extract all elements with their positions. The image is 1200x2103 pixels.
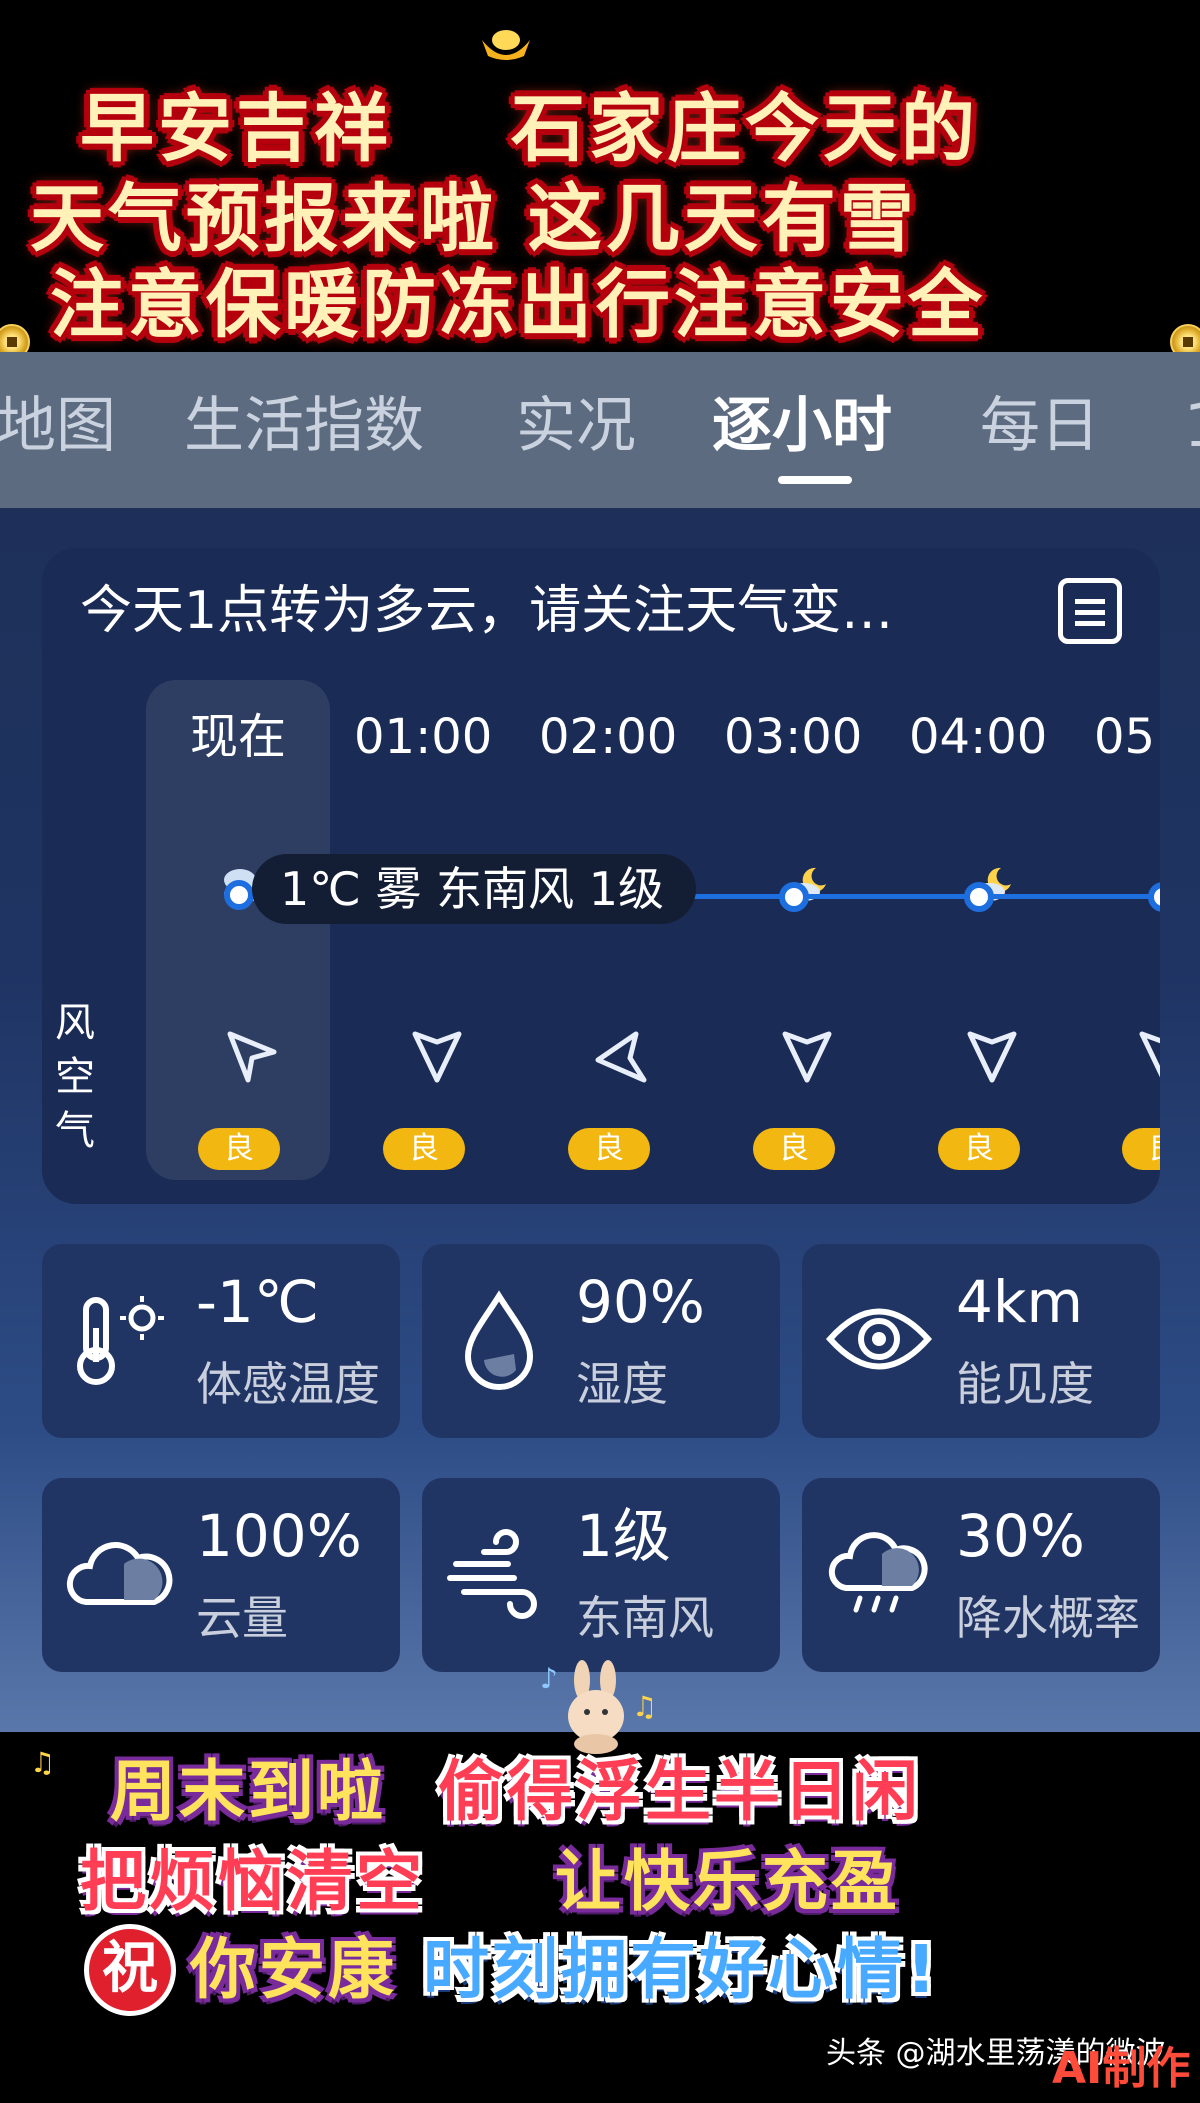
music-note-icon: ♪ — [540, 1662, 558, 1695]
greeting-line-3: 你安康 时刻拥有好心情! — [0, 1930, 1200, 2010]
bottom-greeting: ♫ ♫ ♪ 周末到啦 偷得浮生半日闲 把烦恼清空 让快乐充盈 祝 你安康 时刻拥… — [0, 1660, 1200, 2103]
visibility-value: 4km — [956, 1268, 1083, 1336]
tab-bar: 地图 生活指数 实况 逐小时 每日 1 — [0, 352, 1200, 508]
greeting-banner: 早安吉祥 石家庄今天的 天气预报来啦 这几天有雪 注意保暖防冻出行注意安全 — [0, 0, 1200, 360]
air-row-label-2: 气 — [55, 1108, 95, 1154]
tile-humidity[interactable]: 90% 湿度 — [422, 1244, 780, 1438]
tile-wind[interactable]: 1级 东南风 — [422, 1478, 780, 1672]
bunny-sticker-icon — [568, 1660, 624, 1754]
cloud-cover-label: 云量 — [196, 1591, 288, 1645]
gold-ingot-icon — [482, 30, 530, 60]
tile-visibility[interactable]: 4km 能见度 — [802, 1244, 1160, 1438]
greeting-text: 时刻拥有好心情! — [422, 1931, 940, 2008]
tab-daily[interactable]: 每日 — [980, 388, 1100, 464]
current-weather-tooltip: 1℃ 雾 东南风 1级 — [252, 854, 696, 924]
hour-label: 02:00 — [539, 709, 678, 765]
forecast-summary[interactable]: 今天1点转为多云，请关注天气变… — [80, 576, 893, 646]
temperature-point[interactable] — [779, 882, 809, 912]
weather-app: 地图 生活指数 实况 逐小时 每日 1 今天1点转为多云，请关注天气变… 现在 … — [0, 352, 1200, 1732]
ai-made-mark: AI制作 — [1052, 2043, 1191, 2094]
precipitation-value: 30% — [956, 1502, 1085, 1570]
greeting-text: 把烦恼清空 — [80, 1843, 425, 1920]
tile-precipitation[interactable]: 30% 降水概率 — [802, 1478, 1160, 1672]
eye-icon — [825, 1308, 933, 1370]
banner-line-3: 注意保暖防冻出行注意安全 — [50, 262, 986, 348]
greeting-line-2: 把烦恼清空 让快乐充盈 — [0, 1842, 1200, 1922]
tile-cloud-cover[interactable]: 100% 云量 — [42, 1478, 400, 1672]
aqi-badge: 良 — [198, 1128, 280, 1170]
hour-label: 现在 — [190, 709, 287, 765]
tab-live[interactable]: 实况 — [516, 388, 636, 464]
aqi-badge: 良 — [1122, 1128, 1160, 1170]
humidity-label: 湿度 — [576, 1357, 668, 1411]
hour-label: 04:00 — [909, 709, 1048, 765]
hour-label: 03:00 — [724, 709, 863, 765]
wind-icon — [447, 1529, 537, 1619]
banner-line-1: 早安吉祥 石家庄今天的 — [80, 86, 980, 172]
wind-direction-icon — [412, 1031, 462, 1083]
greeting-text: 让快乐充盈 — [554, 1843, 900, 1920]
wind-value: 1级 — [576, 1502, 671, 1570]
music-note-icon: ♫ — [632, 1690, 658, 1723]
cloud-icon — [66, 1542, 173, 1605]
humidity-value: 90% — [576, 1268, 705, 1336]
temperature-point[interactable] — [224, 880, 254, 910]
temperature-point[interactable] — [964, 882, 994, 912]
feels-like-label: 体感温度 — [196, 1357, 380, 1411]
greeting-text: 你安康 — [190, 1931, 397, 2008]
thermometer-sun-icon — [77, 1296, 164, 1385]
wind-direction-icon — [1139, 1031, 1160, 1078]
tab-hourly[interactable]: 逐小时 — [712, 388, 892, 464]
wind-direction-icon — [782, 1031, 832, 1083]
wind-row-label: 风 — [55, 1000, 95, 1046]
tab-indicator — [778, 476, 852, 484]
greeting-line-1: 周末到啦 偷得浮生半日闲 — [0, 1752, 1200, 1832]
rain-cloud-icon — [828, 1532, 928, 1613]
tab-life-index[interactable]: 生活指数 — [184, 388, 424, 464]
wind-label: 东南风 — [576, 1591, 714, 1645]
cloud-cover-value: 100% — [196, 1502, 362, 1570]
precipitation-label: 降水概率 — [956, 1591, 1140, 1645]
wind-direction-icon — [967, 1031, 1017, 1083]
visibility-label: 能见度 — [956, 1357, 1094, 1411]
water-drop-icon — [464, 1290, 534, 1390]
aqi-badge: 良 — [938, 1128, 1020, 1170]
hour-label: 05: — [1094, 709, 1160, 765]
hourly-forecast-card: 今天1点转为多云，请关注天气变… 现在 01:00 02:00 03:00 04… — [42, 548, 1160, 1204]
wind-direction-icon — [595, 1031, 647, 1083]
greeting-text: 周末到啦 — [110, 1753, 386, 1830]
wind-direction-icon — [227, 1031, 277, 1083]
aqi-badge: 良 — [753, 1128, 835, 1170]
row-labels: 风 空 气 — [50, 996, 100, 1158]
banner-line-2: 天气预报来啦 这几天有雪 — [30, 176, 918, 262]
list-menu-button[interactable] — [1058, 578, 1122, 644]
greeting-text: 偷得浮生半日闲 — [437, 1753, 921, 1830]
aqi-badge: 良 — [568, 1128, 650, 1170]
aqi-badge: 良 — [383, 1128, 465, 1170]
tab-partial[interactable]: 1 — [1184, 388, 1200, 464]
tile-feels-like[interactable]: -1℃ 体感温度 — [42, 1244, 400, 1438]
feels-like-value: -1℃ — [196, 1268, 319, 1336]
tab-map[interactable]: 地图 — [0, 388, 116, 464]
hour-label: 01:00 — [354, 709, 493, 765]
air-row-label-1: 空 — [55, 1054, 95, 1100]
